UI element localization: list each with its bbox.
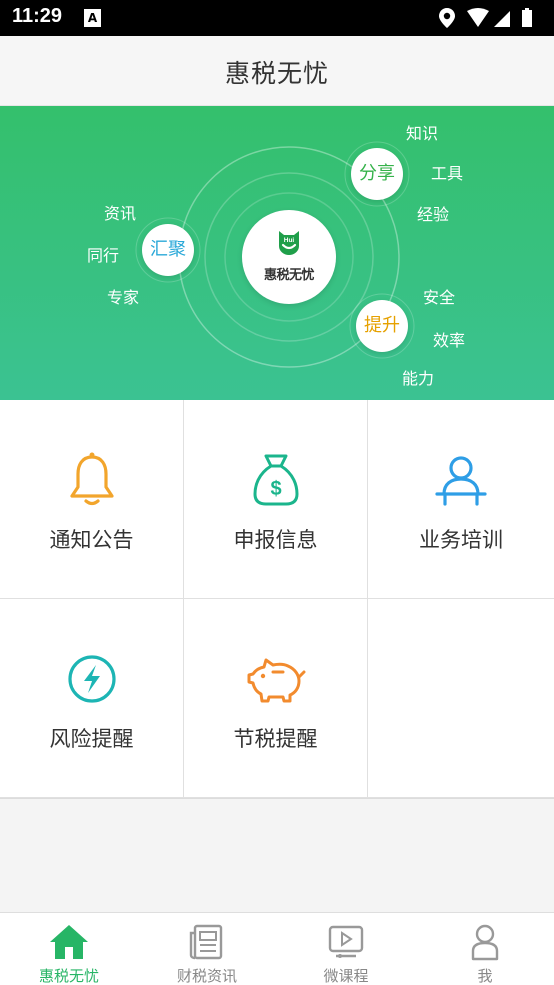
nav-label: 微课程 <box>323 967 369 985</box>
nav-news[interactable]: 财税资讯 <box>138 913 276 985</box>
home-icon <box>50 925 88 959</box>
gather-word-experts: 专家 <box>107 288 140 307</box>
logo-face-icon: Hui <box>279 231 299 255</box>
gather-word-news: 资讯 <box>104 204 137 223</box>
menu-item-notices[interactable]: 通知公告 <box>0 400 184 599</box>
improve-circle: 提升 <box>356 300 408 352</box>
share-circle: 分享 <box>351 148 403 200</box>
notification-a-icon: A <box>84 9 101 27</box>
improve-word-efficiency: 效率 <box>433 331 466 350</box>
menu-label: 节税提醒 <box>233 727 318 751</box>
page-title: 惠税无忧 <box>224 59 329 88</box>
menu-item-filing-info[interactable]: $ 申报信息 <box>184 400 368 599</box>
trainer-icon <box>435 456 487 506</box>
nav-label: 财税资讯 <box>176 967 237 985</box>
menu-label: 通知公告 <box>49 528 134 552</box>
menu-label: 申报信息 <box>233 528 318 552</box>
nav-courses[interactable]: 微课程 <box>277 913 415 985</box>
news-icon <box>189 924 223 960</box>
location-icon <box>439 8 455 28</box>
menu-item-risk-alert[interactable]: 风险提醒 <box>0 599 184 798</box>
piggy-bank-icon <box>247 658 306 703</box>
improve-word-safety: 安全 <box>423 288 456 307</box>
menu-label: 风险提醒 <box>49 727 134 751</box>
feature-grid: 通知公告 $ 申报信息 业务培训 风险提醒 节税提醒 <box>0 400 554 799</box>
nav-label: 惠税无忧 <box>38 967 99 985</box>
nav-profile[interactable]: 我 <box>416 913 554 985</box>
menu-label: 业务培训 <box>419 528 503 552</box>
improve-word-ability: 能力 <box>402 369 435 388</box>
svg-text:$: $ <box>270 478 281 500</box>
hero-banner[interactable]: Hui 惠税无忧 汇聚 分享 提升 资讯 同行 专家 知识 工具 经验 安全 效… <box>0 106 554 400</box>
gather-word-peers: 同行 <box>87 246 120 265</box>
signal-icon <box>494 11 510 27</box>
menu-empty-cell <box>368 599 554 798</box>
menu-item-tax-saving[interactable]: 节税提醒 <box>184 599 368 798</box>
nav-home[interactable]: 惠税无忧 <box>0 913 138 985</box>
lightning-icon <box>68 655 116 703</box>
app-header: 惠税无忧 <box>0 36 554 106</box>
video-icon <box>328 925 364 958</box>
money-bag-icon: $ <box>253 454 299 506</box>
battery-icon <box>522 8 532 27</box>
logo-text: 惠税无忧 <box>263 268 315 283</box>
gather-circle: 汇聚 <box>142 224 194 276</box>
share-word-experience: 经验 <box>417 205 450 224</box>
status-time: 11:29 <box>12 5 63 27</box>
nav-label: 我 <box>477 967 493 985</box>
menu-item-training[interactable]: 业务培训 <box>368 400 554 599</box>
share-word-knowledge: 知识 <box>406 124 439 143</box>
wifi-icon <box>467 8 489 27</box>
bell-icon <box>70 452 114 506</box>
svg-text:Hui: Hui <box>284 237 295 244</box>
app-logo: Hui 惠税无忧 <box>242 210 336 304</box>
profile-icon <box>471 924 499 961</box>
status-bar: 11:29 A <box>0 0 554 36</box>
bottom-nav: 惠税无忧 财税资讯 微课程 我 <box>0 912 554 985</box>
status-icons <box>438 7 542 29</box>
share-word-tools: 工具 <box>431 164 464 183</box>
